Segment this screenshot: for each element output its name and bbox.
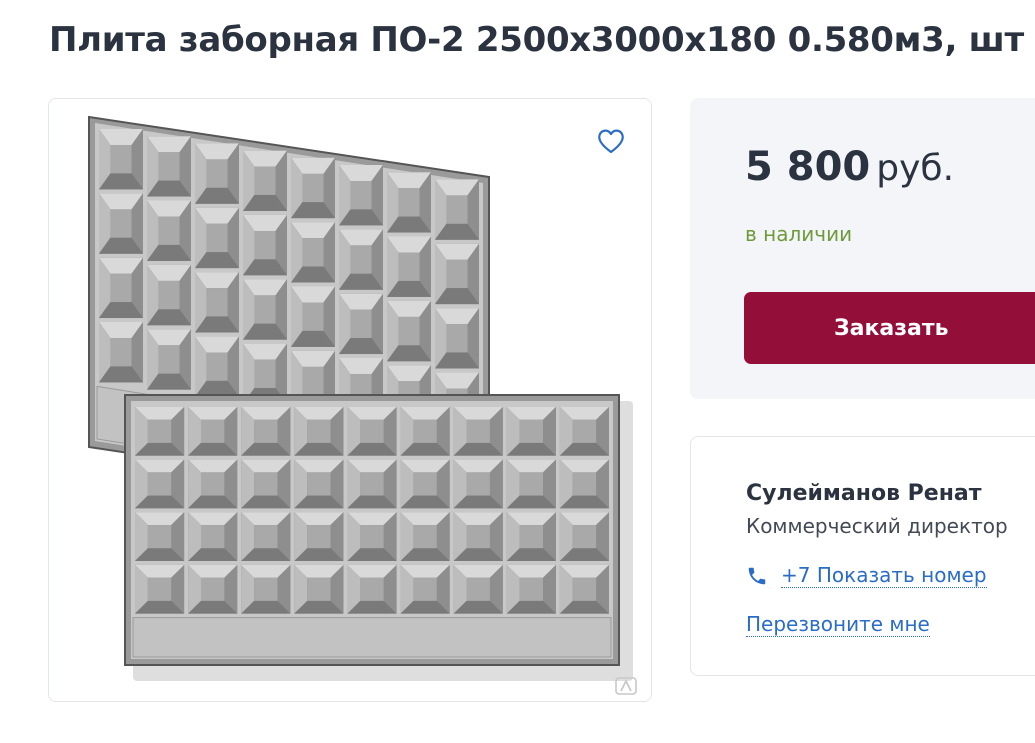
product-gallery[interactable] — [48, 98, 652, 702]
site-logo-watermark-icon — [615, 677, 637, 695]
price: 5 800 руб. — [745, 144, 954, 190]
callback-link[interactable]: Перезвоните мне — [746, 612, 930, 637]
heart-outline-icon[interactable] — [596, 127, 626, 155]
page-title: Плита заборная ПО-2 2500х3000х180 0.580м… — [49, 20, 1024, 60]
product-image[interactable] — [49, 99, 652, 702]
price-card: 5 800 руб. в наличии Заказать — [690, 98, 1035, 399]
order-button[interactable]: Заказать — [744, 292, 1035, 364]
price-currency: руб. — [876, 148, 955, 189]
contact-position: Коммерческий директор — [746, 514, 1008, 538]
contact-card: Сулейманов Ренат Коммерческий директор +… — [690, 436, 1035, 676]
phone-icon — [748, 567, 766, 585]
product-page: Плита заборная ПО-2 2500х3000х180 0.580м… — [0, 0, 1035, 743]
availability-status: в наличии — [745, 222, 853, 246]
contact-name: Сулейманов Ренат — [746, 481, 982, 506]
price-value: 5 800 — [745, 144, 871, 190]
show-phone-link[interactable]: +7 Показать номер — [781, 563, 987, 588]
